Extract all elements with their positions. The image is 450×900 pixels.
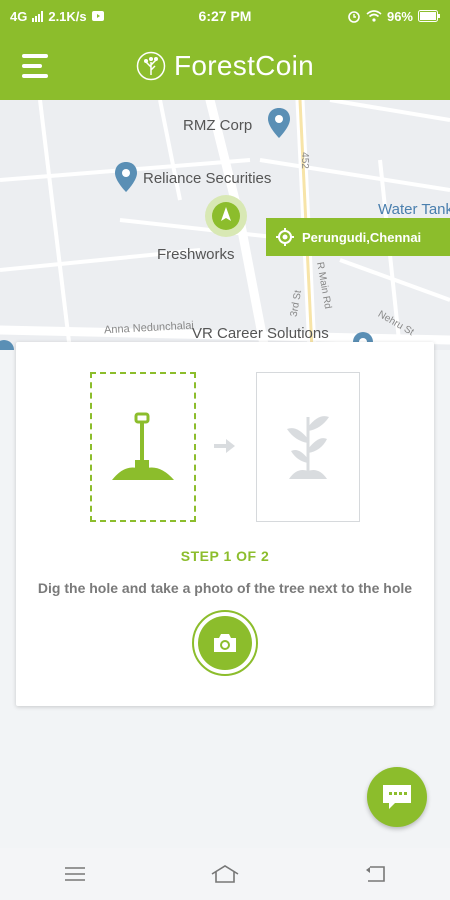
arrow-right-icon bbox=[214, 439, 235, 453]
left-edge-marker-icon bbox=[0, 340, 14, 350]
network-speed: 2.1K/s bbox=[48, 8, 87, 24]
step-title: STEP 1 OF 2 bbox=[180, 548, 270, 564]
alarm-icon bbox=[348, 11, 360, 23]
wifi-icon bbox=[366, 10, 382, 22]
menu-icon bbox=[22, 54, 48, 58]
battery-icon bbox=[418, 10, 440, 22]
app-header: ForestCoin bbox=[0, 32, 450, 100]
map-label-reliance: Reliance Securities bbox=[143, 170, 272, 187]
system-nav-bar bbox=[0, 848, 450, 900]
app-brand: ForestCoin bbox=[136, 50, 314, 82]
step-card: STEP 1 OF 2 Dig the hole and take a phot… bbox=[16, 342, 434, 706]
step-1-frame bbox=[90, 372, 196, 522]
menu-lines-icon bbox=[65, 867, 85, 881]
map-label-vr-career: VR Career Solutions bbox=[192, 325, 329, 342]
app-title: ForestCoin bbox=[174, 50, 314, 81]
chat-button[interactable] bbox=[367, 767, 427, 827]
status-bar: 4G 2.1K/s 6:27 PM 96% bbox=[0, 0, 450, 32]
shovel-icon bbox=[112, 412, 174, 480]
take-photo-button[interactable] bbox=[192, 610, 258, 676]
home-icon bbox=[211, 865, 239, 883]
tree-logo-icon bbox=[136, 51, 166, 81]
battery-percent: 96% bbox=[386, 8, 413, 24]
signal-icon bbox=[32, 10, 44, 22]
current-location-chip[interactable]: Perungudi,Chennai bbox=[266, 218, 450, 256]
locate-icon bbox=[276, 228, 294, 246]
reliance-pin-icon[interactable] bbox=[115, 162, 137, 192]
camera-icon bbox=[214, 634, 236, 652]
recents-button[interactable] bbox=[55, 854, 95, 894]
menu-button[interactable] bbox=[22, 52, 50, 80]
back-icon bbox=[366, 866, 385, 882]
back-button[interactable] bbox=[355, 854, 395, 894]
chat-bubble-icon bbox=[383, 785, 411, 809]
location-text: Perungudi,Chennai bbox=[302, 229, 422, 245]
step-description: Dig the hole and take a photo of the tre… bbox=[37, 580, 413, 596]
top-bar: 4G 2.1K/s 6:27 PM 96% ForestCoin bbox=[0, 0, 450, 100]
network-type: 4G bbox=[10, 8, 28, 24]
map-label-freshworks: Freshworks bbox=[157, 246, 235, 263]
home-button[interactable] bbox=[205, 854, 245, 894]
map-label-road-452: 452 bbox=[298, 152, 310, 169]
map-label-rmz: RMZ Corp bbox=[183, 117, 253, 134]
notification-app-icon bbox=[91, 11, 104, 21]
plant-icon bbox=[287, 416, 329, 479]
map-label-water-tank: Water Tank bbox=[378, 201, 450, 218]
rmz-pin-icon[interactable] bbox=[268, 108, 290, 138]
freshworks-marker-icon[interactable] bbox=[204, 194, 248, 238]
step-2-frame bbox=[256, 372, 360, 522]
